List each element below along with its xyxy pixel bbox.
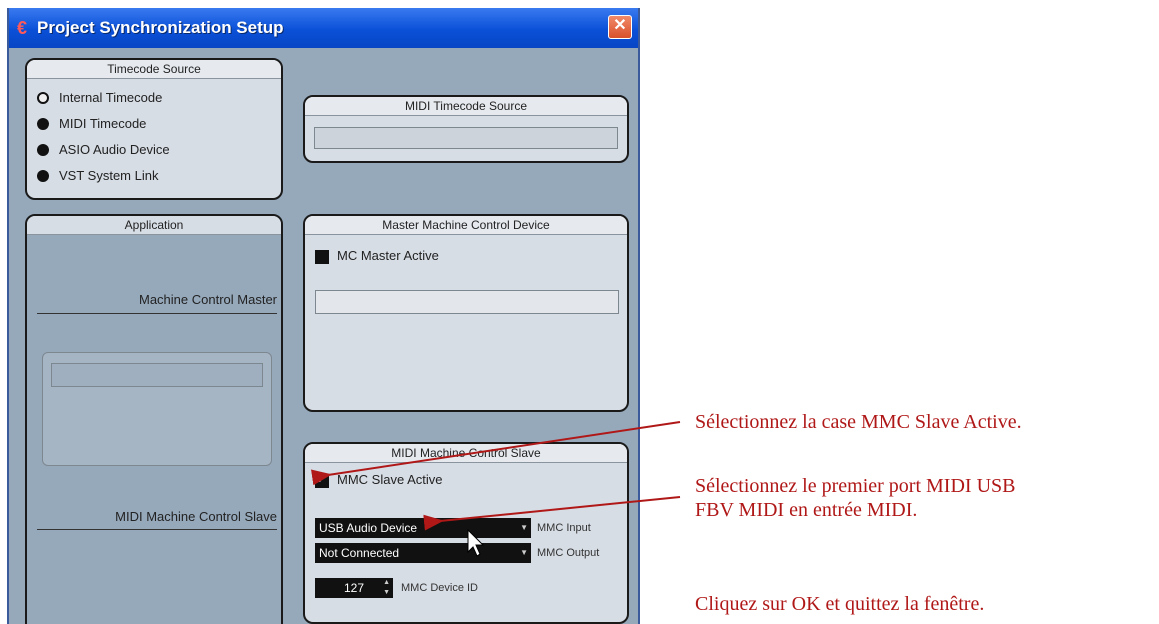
radio-unselected-icon [37,117,49,130]
midi-machine-control-slave-line [37,529,277,530]
mc-master-active-checkbox[interactable]: MC Master Active [315,248,439,264]
midi-machine-control-slave-panel: MIDI Machine Control Slave MMC Slave Act… [303,442,629,624]
mmc-device-id-label: MMC Device ID [401,582,479,594]
mmc-input-select[interactable]: USB Audio Device ▼ [315,518,531,538]
radio-internal-timecode[interactable]: Internal Timecode [37,90,162,105]
radio-label: ASIO Audio Device [59,142,170,157]
mmc-slave-active-label: MMC Slave Active [337,472,443,487]
spinner-arrows-icon[interactable]: ▲ ▼ [383,578,390,598]
application-header: Application [27,216,281,235]
midi-timecode-source-field[interactable] [314,127,618,149]
timecode-source-panel: Timecode Source Internal Timecode MIDI T… [25,58,283,200]
master-machine-control-header: Master Machine Control Device [305,216,627,235]
application-panel: Application Machine Control Master MIDI … [25,214,283,624]
radio-label: Internal Timecode [59,90,163,105]
window-title: Project Synchronization Setup [37,18,284,37]
master-device-field[interactable] [315,290,619,314]
mmc-input-value: USB Audio Device [319,521,418,535]
annotation-2-line-1: Sélectionnez le premier port MIDI USB [695,475,1016,497]
radio-label: VST System Link [59,168,159,183]
application-list-frame [42,352,272,466]
checkbox-unchecked-icon [315,249,329,264]
radio-midi-timecode[interactable]: MIDI Timecode [37,116,146,131]
midi-timecode-source-panel: MIDI Timecode Source [303,95,629,163]
midi-machine-control-slave-label: MIDI Machine Control Slave [115,509,277,524]
mmc-output-value: Not Connected [319,546,400,560]
dropdown-arrow-icon: ▼ [520,548,528,557]
radio-unselected-icon [37,169,49,182]
mmc-device-id-spinner[interactable]: 127 ▲ ▼ [315,578,393,598]
radio-unselected-icon [37,143,49,156]
machine-control-master-label: Machine Control Master [139,292,277,307]
annotation-3: Cliquez sur OK et quittez la fenêtre. [695,593,985,615]
master-machine-control-panel: Master Machine Control Device MC Master … [303,214,629,412]
mmc-slave-header: MIDI Machine Control Slave [305,444,627,463]
radio-vst-system-link[interactable]: VST System Link [37,168,158,183]
mmc-output-select[interactable]: Not Connected ▼ [315,543,531,563]
dropdown-arrow-icon: ▼ [520,523,528,532]
annotation-2-line-2: FBV MIDI en entrée MIDI. [695,499,918,521]
midi-timecode-source-header: MIDI Timecode Source [305,97,627,116]
close-button[interactable]: ✕ [608,15,632,39]
radio-label: MIDI Timecode [59,116,147,131]
application-input[interactable] [51,363,263,387]
mmc-output-label: MMC Output [537,547,600,559]
close-icon: ✕ [613,17,627,34]
timecode-source-header: Timecode Source [27,60,281,79]
annotation-1: Sélectionnez la case MMC Slave Active. [695,411,1022,433]
mmc-device-id-value: 127 [343,581,365,595]
radio-selected-icon [37,91,49,104]
title-bar[interactable]: € Project Synchronization Setup ✕ [9,8,638,48]
mc-master-active-label: MC Master Active [337,248,439,263]
mmc-input-label: MMC Input [537,522,591,534]
radio-asio-audio-device[interactable]: ASIO Audio Device [37,142,170,157]
sync-setup-window: € Project Synchronization Setup ✕ Timeco… [7,8,640,624]
machine-control-master-line [37,313,277,314]
mmc-slave-active-checkbox[interactable]: MMC Slave Active [315,470,443,488]
cubase-logo-icon: € [17,18,28,38]
checkbox-checked-icon [315,470,329,488]
